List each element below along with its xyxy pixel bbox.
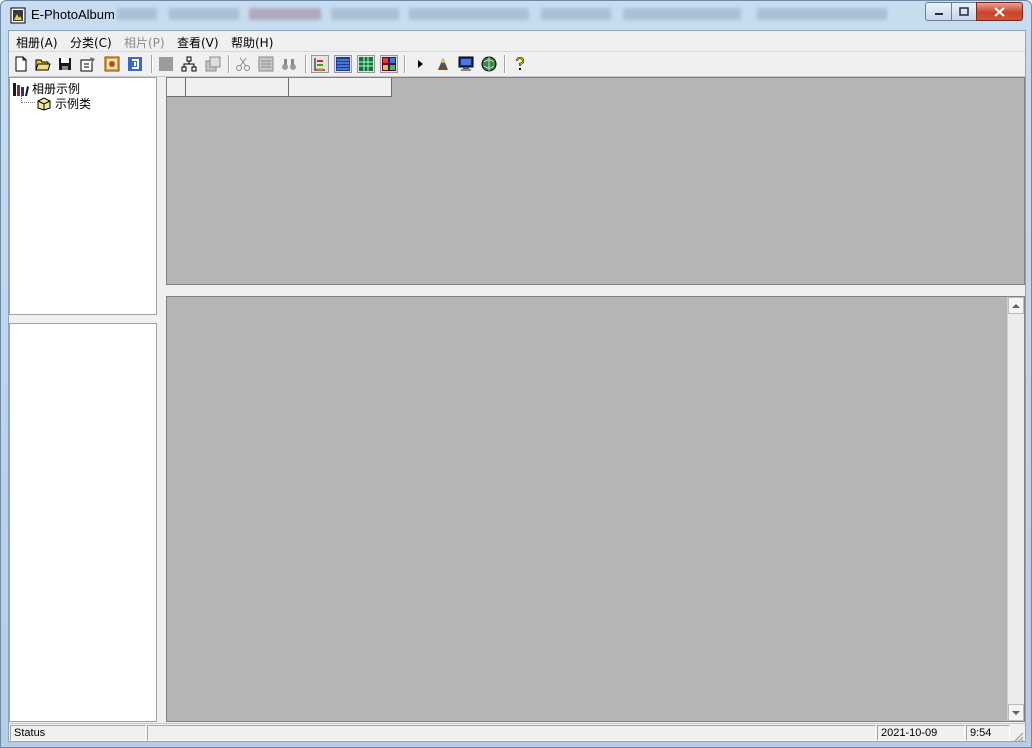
scroll-down-button[interactable] <box>1008 704 1024 721</box>
cut-button[interactable] <box>234 55 252 73</box>
help-button[interactable] <box>511 55 529 73</box>
minimize-icon <box>934 12 943 15</box>
resize-grip-icon[interactable] <box>1012 730 1024 742</box>
menu-category[interactable]: 分类(C) <box>70 34 112 51</box>
status-panel <box>147 725 876 741</box>
slideshow-icon <box>438 58 448 70</box>
cut-gray-icon <box>236 57 250 71</box>
status-text: Status <box>10 725 146 741</box>
toolbar-separator <box>305 55 307 73</box>
vertical-splitter[interactable] <box>157 77 165 722</box>
grid-view-button[interactable] <box>357 55 375 73</box>
tree-view-icon <box>314 58 325 71</box>
import-button[interactable] <box>126 55 144 73</box>
help-icon <box>516 56 525 70</box>
close-icon <box>994 6 1005 17</box>
copy-button[interactable] <box>204 55 222 73</box>
status-time: 9:54 <box>966 725 1010 741</box>
menu-album[interactable]: 相册(A) <box>16 34 58 51</box>
thumbnail-view-button[interactable] <box>380 55 398 73</box>
album-icon <box>104 56 120 72</box>
list-view-icon <box>336 57 350 71</box>
vertical-scrollbar[interactable] <box>1007 297 1024 721</box>
category-box-icon <box>37 97 51 111</box>
menu-view[interactable]: 查看(V) <box>177 34 219 51</box>
monitor-button[interactable] <box>457 55 475 73</box>
toolbar <box>9 52 1025 77</box>
properties-button[interactable] <box>79 55 97 73</box>
scroll-up-button[interactable] <box>1008 297 1024 314</box>
properties-icon <box>80 57 95 72</box>
thumbnail-pane[interactable] <box>166 296 1025 722</box>
close-button[interactable] <box>976 2 1023 21</box>
toolbar-separator <box>404 55 406 73</box>
menu-help[interactable]: 帮助(H) <box>231 34 273 51</box>
app-window: E-PhotoAlbum 相册(A) 分类(C) 相片(P) 查看(V) 帮助(… <box>0 0 1032 748</box>
column-header[interactable] <box>167 78 186 97</box>
scan-gray-icon <box>258 56 274 72</box>
save-icon <box>59 58 71 70</box>
save-album-button[interactable] <box>56 55 74 73</box>
tree-view-button[interactable] <box>311 55 329 73</box>
arrow-down-icon <box>1012 710 1020 715</box>
grid-view-icon <box>359 57 373 71</box>
client-area: 相册(A) 分类(C) 相片(P) 查看(V) 帮助(H) 相册示例 示例类 S… <box>8 30 1026 742</box>
find-binoculars-icon <box>282 59 296 70</box>
column-header[interactable] <box>289 78 392 97</box>
monitor-icon <box>458 56 474 71</box>
scan-button[interactable] <box>257 55 275 73</box>
play-icon <box>418 60 423 68</box>
structure-button[interactable] <box>180 55 198 73</box>
minimize-button[interactable] <box>925 2 952 21</box>
photo-info-pane <box>9 323 157 722</box>
album-tree[interactable]: 相册示例 示例类 <box>9 77 157 315</box>
toolbar-separator <box>228 55 230 73</box>
copy-gray-icon <box>205 56 221 72</box>
menu-photo[interactable]: 相片(P) <box>124 34 165 51</box>
thumbnail-view-icon <box>382 57 396 71</box>
horizontal-splitter[interactable] <box>166 285 1025 296</box>
list-view-button[interactable] <box>334 55 352 73</box>
maximize-icon <box>959 7 969 16</box>
title-bar[interactable]: E-PhotoAlbum <box>1 1 1031 30</box>
import-icon <box>128 57 142 71</box>
tree-child-item[interactable]: 示例类 <box>36 95 91 112</box>
status-date: 2021-10-09 <box>877 725 965 741</box>
new-album-button[interactable] <box>12 55 30 73</box>
web-globe-icon <box>481 56 497 72</box>
left-splitter[interactable] <box>9 315 157 323</box>
album-button[interactable] <box>103 55 121 73</box>
toolbar-separator <box>151 55 153 73</box>
tree-connector <box>21 102 35 103</box>
find-button[interactable] <box>280 55 298 73</box>
photo-gray-icon <box>159 57 173 71</box>
column-header[interactable] <box>186 78 289 97</box>
play-button[interactable] <box>411 55 429 73</box>
photo-button[interactable] <box>157 55 175 73</box>
maximize-button[interactable] <box>951 2 977 21</box>
arrow-up-icon <box>1012 303 1020 308</box>
web-button[interactable] <box>480 55 498 73</box>
open-folder-icon <box>35 59 51 71</box>
open-album-button[interactable] <box>34 55 52 73</box>
app-icon <box>10 7 26 24</box>
tree-child-label: 示例类 <box>55 97 92 111</box>
slideshow-button[interactable] <box>434 55 452 73</box>
window-title: E-PhotoAlbum <box>31 7 115 22</box>
blurred-background-tabs <box>117 5 907 23</box>
toolbar-separator <box>504 55 506 73</box>
menu-bar: 相册(A) 分类(C) 相片(P) 查看(V) 帮助(H) <box>9 31 1025 52</box>
tree-structure-icon <box>181 56 197 72</box>
new-file-icon <box>15 56 27 72</box>
status-bar: Status 2021-10-09 9:54 <box>9 723 1025 742</box>
photo-list-pane[interactable] <box>166 77 1025 285</box>
